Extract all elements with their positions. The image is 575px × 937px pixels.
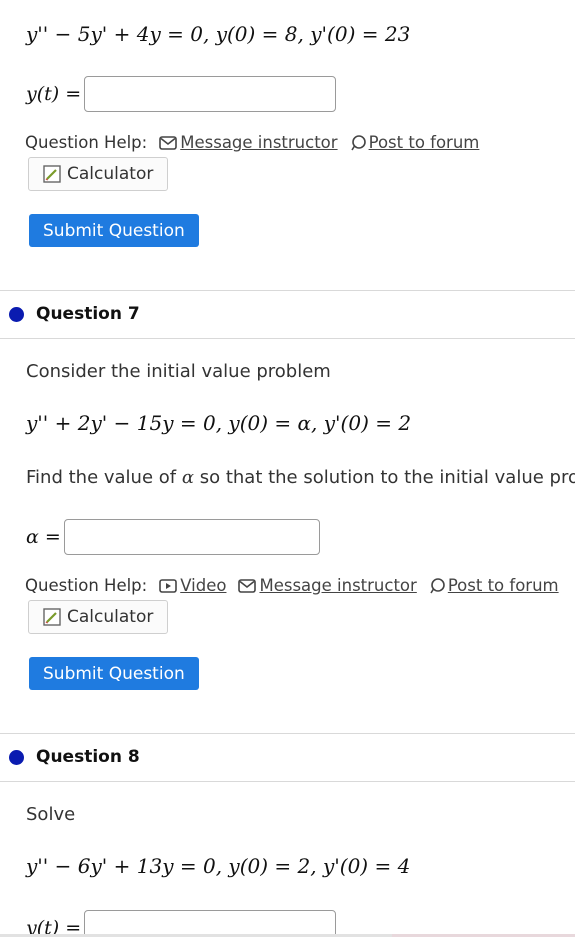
divider xyxy=(0,781,575,782)
calculator-label: Calculator xyxy=(67,607,154,627)
divider xyxy=(0,733,575,734)
post-to-forum-label: Post to forum xyxy=(368,133,480,152)
question-status-dot xyxy=(9,306,24,322)
q7-equation: y'' + 2y' − 15y = 0, y(0) = α, y'(0) = 2 xyxy=(26,411,412,435)
question-7-header: Question 7 xyxy=(9,304,140,324)
q6-answer-eq: = xyxy=(65,83,82,105)
post-to-forum-link[interactable]: Post to forum xyxy=(429,576,559,595)
message-instructor-label: Message instructor xyxy=(259,576,417,595)
submit-question-button[interactable]: Submit Question xyxy=(29,214,199,247)
divider xyxy=(0,290,575,291)
q8-equation: y'' − 6y' + 13y = 0, y(0) = 2, y'(0) = 4 xyxy=(26,854,411,878)
q6-answer-label: y(t) = xyxy=(26,83,81,105)
q7-find-post: so that the solution to the initial valu… xyxy=(193,467,575,488)
speech-bubble-icon xyxy=(350,134,366,150)
speech-bubble-icon xyxy=(430,577,445,593)
play-icon xyxy=(159,578,178,593)
q7-answer-label: α = xyxy=(26,526,61,548)
message-instructor-link[interactable]: Message instructor xyxy=(159,133,338,152)
q7-find-symbol: α xyxy=(181,467,194,488)
q7-answer-input[interactable] xyxy=(63,519,320,555)
message-instructor-label: Message instructor xyxy=(180,133,338,152)
q7-find-pre: Find the value of xyxy=(26,467,182,488)
q7-answer-var: α xyxy=(26,526,39,548)
q7-intro: Consider the initial value problem xyxy=(26,361,331,382)
question-7-title: Question 7 xyxy=(36,304,140,324)
q6-answer-input[interactable] xyxy=(84,76,337,112)
q7-find-text: Find the value of α so that the solution… xyxy=(26,467,575,488)
question-status-dot xyxy=(9,749,24,765)
calculator-button[interactable]: Calculator xyxy=(28,157,169,191)
calculator-pencil-icon xyxy=(43,165,61,183)
question-8-header: Question 8 xyxy=(9,747,140,767)
video-link[interactable]: Video xyxy=(159,576,226,595)
q6-help-row: Question Help: Message instructor Post t… xyxy=(25,133,479,152)
envelope-icon xyxy=(159,135,178,150)
q7-answer-eq: = xyxy=(44,526,61,548)
q8-answer-input[interactable] xyxy=(84,910,337,937)
video-label: Video xyxy=(180,576,227,595)
question-8-title: Question 8 xyxy=(36,747,140,767)
q6-answer-var: y(t) xyxy=(26,83,60,105)
calculator-pencil-icon xyxy=(43,608,61,626)
submit-question-button[interactable]: Submit Question xyxy=(29,657,199,690)
post-to-forum-link[interactable]: Post to forum xyxy=(350,133,480,152)
question-help-label: Question Help: xyxy=(25,133,148,152)
q7-help-row: Question Help: Video Message instructor … xyxy=(25,576,559,595)
q8-intro: Solve xyxy=(26,804,76,825)
envelope-icon xyxy=(238,578,257,593)
question-help-label: Question Help: xyxy=(25,576,148,595)
q6-equation: y'' − 5y' + 4y = 0, y(0) = 8, y'(0) = 23 xyxy=(26,22,411,46)
q6-answer-row: y(t) = xyxy=(26,76,337,112)
q7-answer-row: α = xyxy=(26,519,320,555)
q8-answer-row: y(t) = xyxy=(26,910,337,937)
calculator-label: Calculator xyxy=(67,164,154,184)
calculator-button[interactable]: Calculator xyxy=(28,600,169,634)
divider xyxy=(0,338,575,339)
message-instructor-link[interactable]: Message instructor xyxy=(238,576,417,595)
page: y'' − 5y' + 4y = 0, y(0) = 8, y'(0) = 23… xyxy=(0,0,575,937)
post-to-forum-label: Post to forum xyxy=(447,576,559,595)
